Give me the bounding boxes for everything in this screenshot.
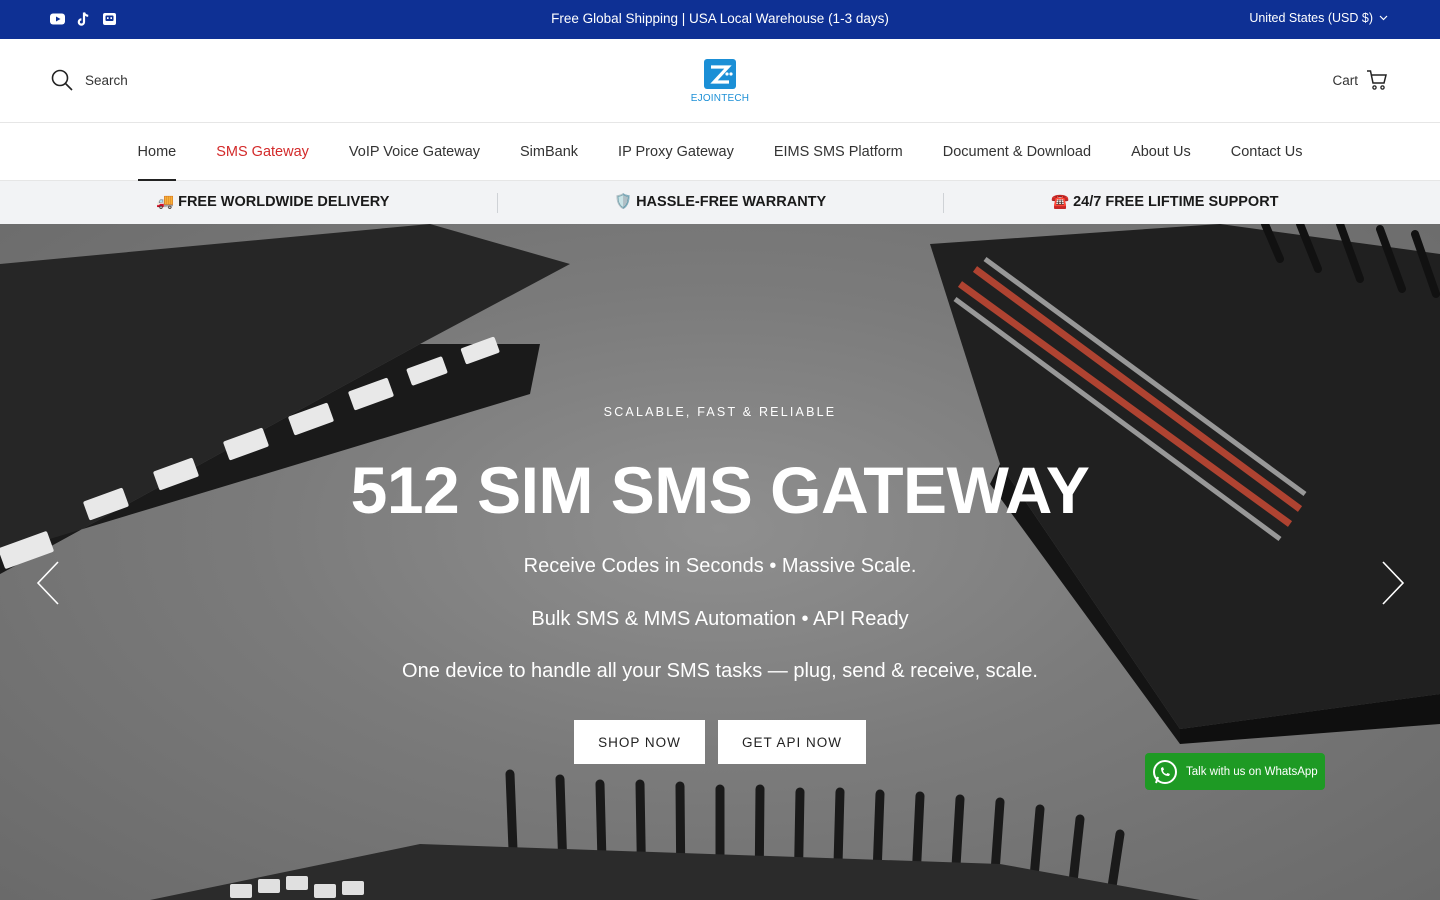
whatsapp-label: Talk with us on WhatsApp <box>1186 765 1318 778</box>
feature-strip: 🚚 FREE WORLDWIDE DELIVERY 🛡️ HASSLE-FREE… <box>0 181 1440 224</box>
search-label: Search <box>85 72 128 88</box>
main-nav: Home SMS Gateway VoIP Voice Gateway SimB… <box>0 123 1440 181</box>
hero-subtitle-3: One device to handle all your SMS tasks … <box>402 660 1038 682</box>
feature-divider <box>497 193 498 213</box>
chevron-left-icon <box>36 561 59 605</box>
search-button[interactable]: Search <box>51 69 128 91</box>
hero-subtitle-2: Bulk SMS & MMS Automation • API Ready <box>531 608 909 630</box>
feature-support: ☎️ 24/7 FREE LIFTIME SUPPORT <box>1051 194 1279 210</box>
hero-headline: 512 SIM SMS GATEWAY <box>350 453 1090 527</box>
whatsapp-icon <box>1153 759 1177 784</box>
feature-delivery: 🚚 FREE WORLDWIDE DELIVERY <box>156 194 390 210</box>
nav-item-document-download[interactable]: Document & Download <box>943 123 1091 181</box>
nav-item-contact-us[interactable]: Contact Us <box>1231 123 1303 181</box>
chevron-right-icon <box>1382 561 1405 605</box>
currency-label: United States (USD $) <box>1249 11 1373 25</box>
cart-button[interactable]: Cart <box>1332 69 1388 91</box>
hero-subtitle-1: Receive Codes in Seconds • Massive Scale… <box>523 555 917 577</box>
nav-item-simbank[interactable]: SimBank <box>520 123 578 181</box>
search-icon <box>51 69 73 91</box>
announcement-bar: Free Global Shipping | USA Local Warehou… <box>0 0 1440 39</box>
announcement-text: Free Global Shipping | USA Local Warehou… <box>551 11 889 26</box>
feature-divider <box>943 193 944 213</box>
nav-item-about-us[interactable]: About Us <box>1131 123 1191 181</box>
logo[interactable]: EJOINTECH <box>683 58 757 104</box>
cart-label: Cart <box>1332 72 1358 88</box>
whatsapp-chat-button[interactable]: Talk with us on WhatsApp <box>1145 753 1325 790</box>
currency-selector[interactable]: United States (USD $) <box>1249 11 1388 25</box>
shop-now-button[interactable]: SHOP NOW <box>574 720 705 764</box>
next-slide-button[interactable] <box>1380 560 1406 606</box>
hero-slideshow: SCALABLE, FAST & RELIABLE 512 SIM SMS GA… <box>0 224 1440 900</box>
chevron-down-icon <box>1379 15 1388 21</box>
hero-eyebrow: SCALABLE, FAST & RELIABLE <box>603 405 837 419</box>
nav-item-home[interactable]: Home <box>137 123 176 181</box>
nav-item-voip-voice-gateway[interactable]: VoIP Voice Gateway <box>349 123 480 181</box>
nav-item-sms-gateway[interactable]: SMS Gateway <box>216 123 309 181</box>
nav-item-ip-proxy-gateway[interactable]: IP Proxy Gateway <box>618 123 734 181</box>
logo-text: EJOINTECH <box>691 93 749 104</box>
site-header: Search EJOINTECH Cart <box>0 39 1440 123</box>
feature-warranty: 🛡️ HASSLE-FREE WARRANTY <box>614 194 827 210</box>
cart-icon <box>1367 70 1387 90</box>
nav-item-eims-sms-platform[interactable]: EIMS SMS Platform <box>774 123 903 181</box>
get-api-now-button[interactable]: GET API NOW <box>718 720 866 764</box>
prev-slide-button[interactable] <box>35 560 61 606</box>
